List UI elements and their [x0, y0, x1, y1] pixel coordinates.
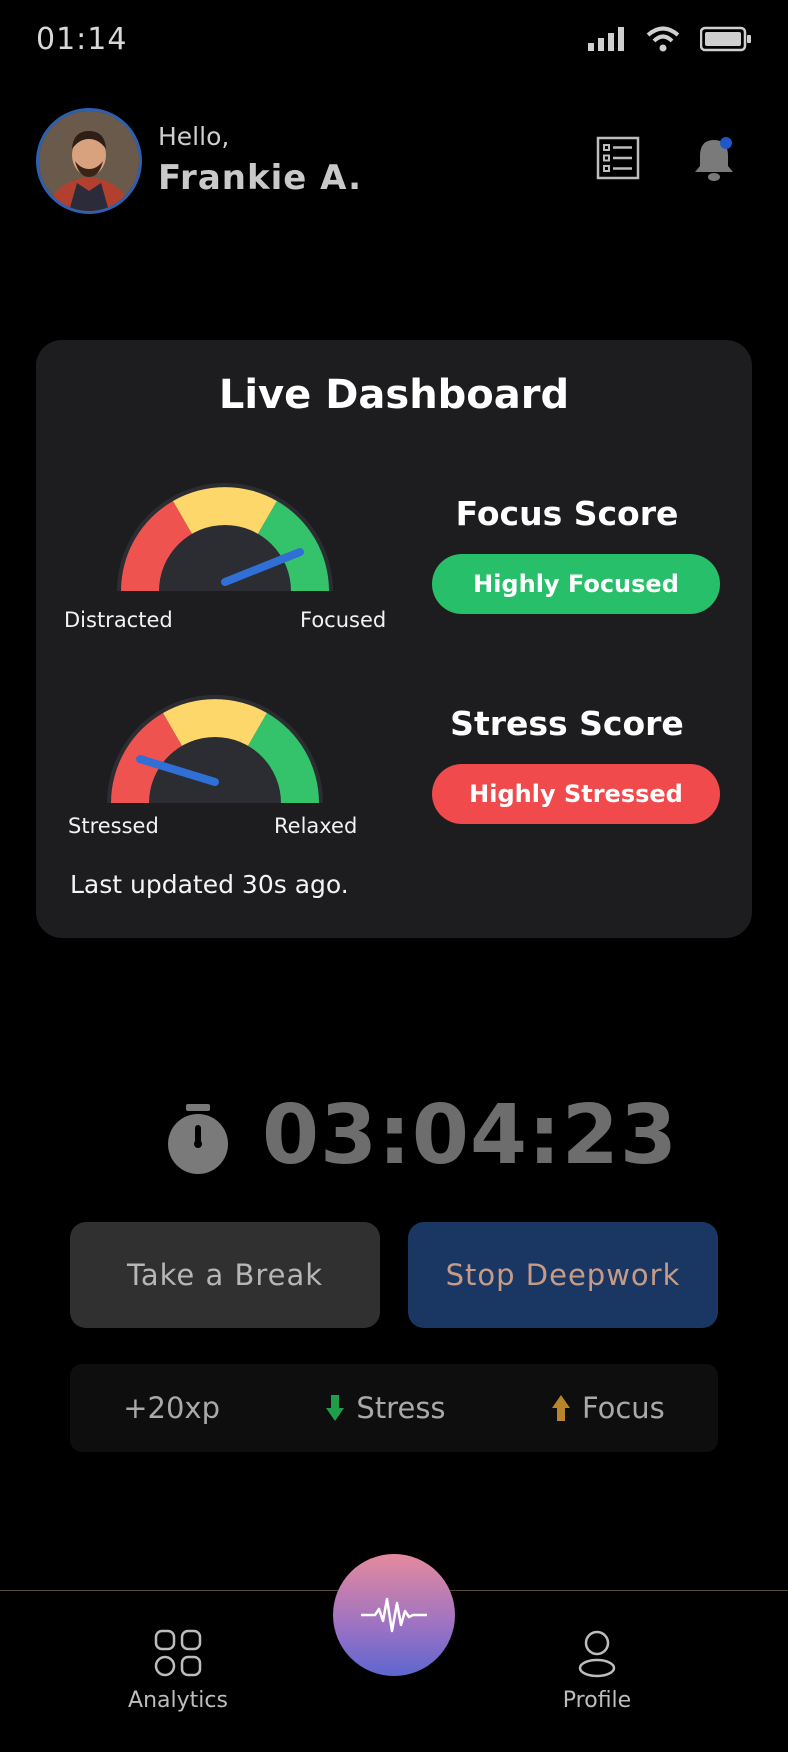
wifi-icon: [646, 26, 680, 52]
focus-gauge: [117, 483, 333, 591]
nav-profile-label: Profile: [562, 1688, 632, 1713]
status-time: 01:14: [36, 22, 128, 57]
status-icons: [588, 26, 752, 52]
stopwatch-icon: [168, 1104, 228, 1174]
xp-reward: +20xp: [123, 1391, 220, 1425]
nav-analytics[interactable]: Analytics: [118, 1628, 238, 1713]
user-icon: [578, 1630, 616, 1678]
last-updated-text: Last updated 30s ago.: [70, 870, 349, 899]
stress-reward-label: Stress: [356, 1391, 446, 1425]
focus-reward-label: Focus: [581, 1391, 665, 1425]
stress-right-label: Relaxed: [274, 814, 358, 838]
list-icon[interactable]: [596, 136, 640, 180]
nav-profile[interactable]: Profile: [537, 1628, 657, 1713]
avatar-image: [39, 111, 139, 211]
arrow-down-icon: [326, 1395, 345, 1421]
focus-left-label: Distracted: [64, 608, 173, 632]
focus-right-label: Focused: [300, 608, 387, 632]
bell-icon[interactable]: [692, 134, 736, 184]
focus-status-badge: Highly Focused: [432, 554, 720, 614]
rewards-bar: +20xp Stress Focus: [70, 1364, 718, 1452]
dashboard-title: Live Dashboard: [218, 372, 570, 418]
focus-reward: Focus: [551, 1391, 665, 1425]
user-name: Frankie A.: [158, 158, 362, 198]
grid-icon: [154, 1629, 202, 1677]
session-timer: 03:04:23: [262, 1088, 678, 1183]
avatar[interactable]: [36, 108, 142, 214]
stress-status-badge: Highly Stressed: [432, 764, 720, 824]
stress-score-title: Stress Score: [450, 704, 684, 743]
live-dashboard-card: Live Dashboard Distracted Focused Focus …: [36, 340, 752, 938]
greeting: Hello,: [158, 122, 230, 151]
signal-icon: [588, 27, 624, 51]
soundwave-icon: [361, 1597, 427, 1633]
stop-deepwork-button[interactable]: Stop Deepwork: [408, 1222, 718, 1328]
focus-score-title: Focus Score: [455, 494, 679, 533]
stress-reward: Stress: [326, 1391, 446, 1425]
battery-icon: [700, 26, 751, 52]
xp-label: +20xp: [123, 1391, 220, 1425]
stress-left-label: Stressed: [68, 814, 159, 838]
soundwave-button[interactable]: [333, 1554, 455, 1676]
stress-gauge: [107, 695, 323, 803]
nav-analytics-label: Analytics: [128, 1688, 228, 1713]
take-break-button[interactable]: Take a Break: [70, 1222, 380, 1328]
arrow-up-icon: [551, 1395, 570, 1421]
